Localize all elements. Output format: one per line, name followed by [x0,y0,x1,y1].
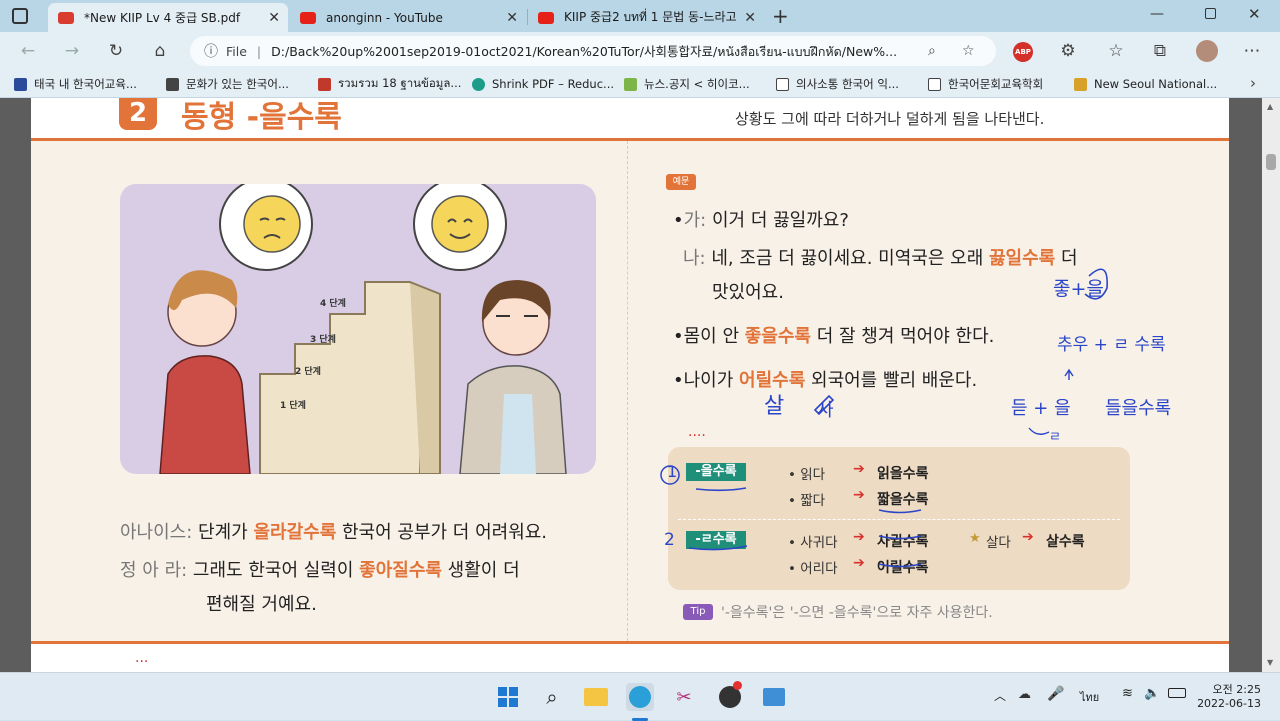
onedrive-icon[interactable]: ☁ [1018,687,1031,702]
scroll-down-icon[interactable]: ▼ [1267,658,1273,667]
clock-date[interactable]: 2022-06-13 [1195,697,1261,710]
bookmark-icon [166,77,179,91]
bookmark-item[interactable]: Shrink PDF – Reduc... [472,76,614,92]
bookmark-icon [472,77,485,91]
address-prefix: File [226,43,247,59]
microphone-icon[interactable]: 🎤 [1047,686,1064,702]
ink-note: 살 [764,394,785,419]
bookmark-item[interactable]: 의사소통 한국어 익... [776,76,899,92]
bookmark-icon [1074,77,1087,91]
close-tab-icon[interactable]: ✕ [506,10,518,26]
home-button[interactable]: ⌂ [148,39,172,63]
bookmark-item[interactable]: 한국어문회교육학회 [928,76,1043,92]
ink-annotations [660,268,1108,568]
navigation-bar: ← → ↻ ⌂ ⓘ File | D:/Back%20up%2001sep201… [0,32,1280,70]
bookmark-icon [14,77,27,91]
bookmark-icon [624,77,637,91]
bookmark-item[interactable]: รวมรวม 18 ฐานข้อมูล... [318,76,461,92]
bookmark-icon [928,77,941,91]
wifi-icon[interactable]: ≋ [1122,686,1133,701]
pdf-page: 2 동형 -을수록 상황도 그에 따라 더하거나 덜하게 됨을 나타낸다. 4 … [31,98,1229,672]
restore-button[interactable] [1205,8,1216,19]
more-menu-icon[interactable]: ⋯ [1240,39,1264,63]
refresh-button[interactable]: ↻ [104,39,128,63]
ink-note: 들을수록 [1105,398,1172,419]
bookmarks-bar: 태국 내 한국어교육... 문화가 있는 한국어... รวมรวม 18 ฐา… [0,70,1280,98]
close-window-button[interactable]: ✕ [1248,5,1261,23]
pdf-viewer: 2 동형 -을수록 상황도 그에 따라 더하거나 덜하게 됨을 나타낸다. 4 … [0,98,1280,672]
ink-note: 좋+을 [1053,278,1104,300]
ink-dots: ... [135,650,149,666]
close-tab-icon[interactable]: ✕ [268,10,280,26]
bookmarks-overflow-icon[interactable]: › [1250,74,1256,92]
ink-note: 듣 + 을 [1011,398,1071,419]
youtube-icon [538,11,554,24]
favorite-star-icon[interactable]: ☆ [962,43,975,59]
bookmark-label: รวมรวม 18 ฐานข้อมูล... [338,76,462,90]
pdf-icon [58,11,74,24]
bookmark-item[interactable]: 태국 내 한국어교육... [14,76,137,92]
ink-number: 2 [664,530,675,550]
file-explorer-icon[interactable] [582,683,610,711]
ink-dots: .... [688,424,706,440]
bookmark-icon [776,77,789,91]
avatar[interactable] [1196,40,1218,62]
tab-youtube-1[interactable]: anonginn - YouTube ✕ [290,3,526,32]
scroll-up-icon[interactable]: ▲ [1267,102,1273,111]
bookmark-label: 문화가 있는 한국어... [186,77,289,91]
scroll-thumb[interactable] [1266,154,1276,170]
snipping-tool-icon[interactable]: ✂ [670,683,698,711]
info-icon: ⓘ [204,44,218,60]
edge-icon[interactable] [626,683,654,711]
bookmark-label: 태국 내 한국어교육... [34,77,137,91]
search-icon[interactable]: ⌕ [538,683,566,711]
bookmark-label: Shrink PDF – Reduc... [492,77,615,91]
collections-icon[interactable]: ⧉ [1148,39,1172,63]
taskbar: ⌕ ✂ ︿ ☁ 🎤 ไทย ≋ 🔈 오전 2:25 2022-06-13 [0,672,1280,721]
close-tab-icon[interactable]: ✕ [744,10,756,26]
bookmark-label: 한국어문회교육학회 [948,77,1044,91]
address-bar[interactable]: ⓘ File | D:/Back%20up%2001sep2019-01oct2… [190,36,996,66]
bookmark-item[interactable]: New Seoul National... [1074,76,1217,92]
clock-time[interactable]: 오전 2:25 [1205,681,1261,697]
vertical-scrollbar[interactable]: ▲ ▼ [1262,98,1280,672]
address-url: D:/Back%20up%2001sep2019-01oct2021/Korea… [271,43,898,59]
minimize-button[interactable]: — [1150,6,1164,22]
bookmark-item[interactable]: 문화가 있는 한국어... [166,76,289,92]
bookmark-label: 뉴스.공지 < 히이코... [644,77,750,91]
tab-title: anonginn - YouTube [326,10,443,25]
forward-button[interactable]: → [60,39,84,63]
bookmark-icon [318,77,331,91]
tab-pdf[interactable]: *New KIIP Lv 4 중급 SB.pdf ✕ [48,3,288,32]
language-indicator[interactable]: ไทย [1080,688,1099,706]
ink-note: 추우 + ㄹ 수록 [1057,335,1166,355]
battery-icon[interactable] [1168,688,1186,698]
tab-actions-icon[interactable] [12,8,28,24]
youtube-icon [300,11,316,24]
bookmark-label: New Seoul National... [1094,77,1218,91]
bookmark-label: 의사소통 한국어 익... [796,77,899,91]
tab-title: *New KIIP Lv 4 중급 SB.pdf [84,11,241,25]
new-tab-button[interactable]: + [772,4,789,28]
tab-bar: *New KIIP Lv 4 중급 SB.pdf ✕ anonginn - Yo… [0,0,1280,32]
ink-number: 1 [667,462,678,481]
zoom-icon[interactable]: ⌕ [928,43,936,59]
favorites-icon[interactable]: ☆ [1104,39,1128,63]
ink-note: 사 [817,400,834,421]
ink-note: ㄹ [1049,430,1061,445]
adblock-icon[interactable]: ABP [1013,42,1033,62]
extensions-icon[interactable]: ⚙ [1056,39,1080,63]
tray-overflow-icon[interactable]: ︿ [994,687,1006,704]
tab-youtube-2[interactable]: KIIP 중급2 บทที่ 1 문법 동-느라고 ✕ [528,3,764,32]
bookmark-item[interactable]: 뉴스.공지 < 히이코... [624,76,750,92]
start-icon[interactable] [494,683,522,711]
tab-title: KIIP 중급2 บทที่ 1 문법 동-느라고 [564,10,737,24]
back-button[interactable]: ← [16,39,40,63]
volume-icon[interactable]: 🔈 [1144,686,1160,701]
photos-icon[interactable] [760,683,788,711]
obs-icon[interactable] [716,681,744,711]
